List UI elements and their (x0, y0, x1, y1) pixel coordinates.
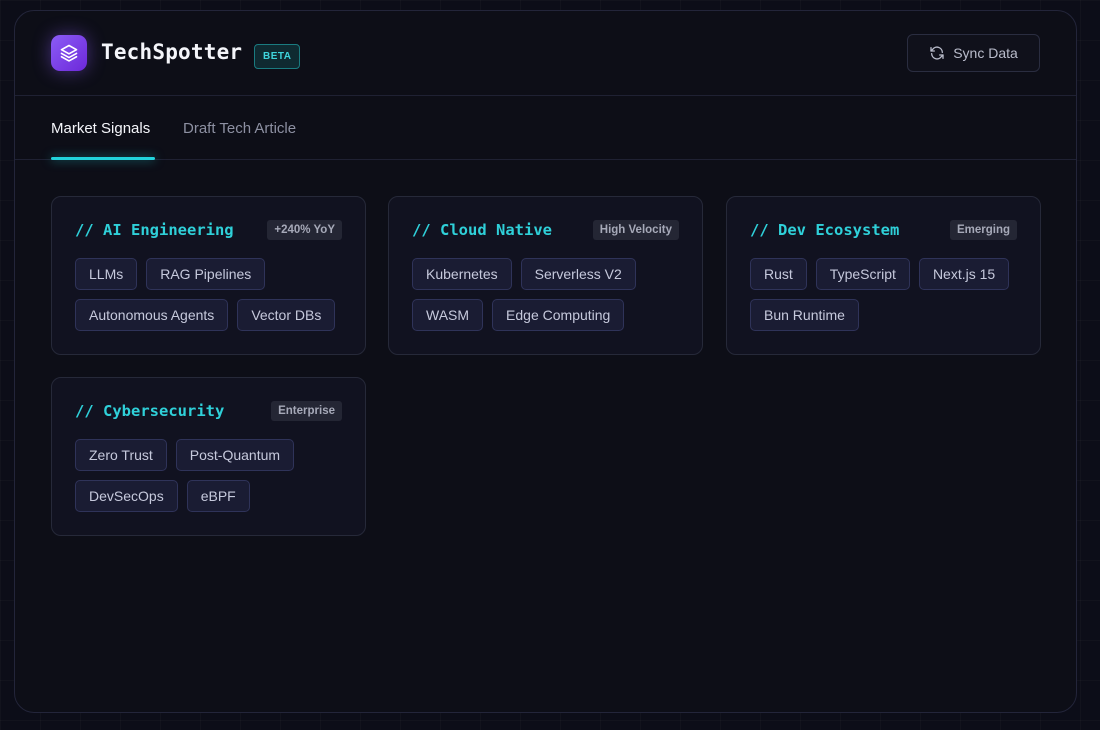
trend-badge: High Velocity (592, 220, 679, 240)
card-title: // Dev Ecosystem (750, 221, 900, 239)
tag-chip[interactable]: Next.js 15 (918, 258, 1010, 290)
app-name: TechSpotter (101, 40, 243, 64)
refresh-icon (930, 46, 944, 60)
tag-chip[interactable]: DevSecOps (75, 480, 178, 512)
beta-badge: BETA (254, 44, 301, 69)
tag-chip[interactable]: WASM (412, 299, 484, 331)
active-tab-indicator (51, 157, 155, 160)
tag-chip[interactable]: Autonomous Agents (75, 299, 229, 331)
tag-chip[interactable]: RAG Pipelines (146, 258, 266, 290)
tag-chip[interactable]: eBPF (186, 480, 250, 512)
sync-data-label: Sync Data (953, 45, 1018, 61)
card-title: // Cloud Native (412, 221, 552, 239)
tag-chip[interactable]: Serverless V2 (520, 258, 636, 290)
tag-chip[interactable]: Post-Quantum (175, 439, 295, 471)
tag-chip[interactable]: Kubernetes (412, 258, 512, 290)
tag-chip[interactable]: LLMs (75, 258, 138, 290)
tag-chip[interactable]: Rust (750, 258, 807, 290)
signal-card-cybersecurity: // Cybersecurity Enterprise Zero Trust P… (51, 377, 366, 536)
app-window: TechSpotter BETA Sync Data Market Signal… (14, 10, 1077, 713)
header: TechSpotter BETA Sync Data (15, 11, 1076, 96)
layers-icon (51, 35, 87, 71)
signal-card-ai-engineering: // AI Engineering +240% YoY LLMs RAG Pip… (51, 196, 366, 355)
tab-draft-tech-article[interactable]: Draft Tech Article (183, 120, 296, 137)
tag-chip[interactable]: Edge Computing (492, 299, 625, 331)
trend-badge: Emerging (949, 220, 1017, 240)
tab-market-signals[interactable]: Market Signals (51, 120, 150, 137)
card-title: // Cybersecurity (75, 402, 225, 420)
signal-card-dev-ecosystem: // Dev Ecosystem Emerging Rust TypeScrip… (726, 196, 1041, 355)
sync-data-button[interactable]: Sync Data (907, 34, 1040, 72)
tag-chip[interactable]: Zero Trust (75, 439, 167, 471)
card-title: // AI Engineering (75, 221, 234, 239)
tag-chip[interactable]: Vector DBs (237, 299, 336, 331)
tag-chip[interactable]: Bun Runtime (750, 299, 859, 331)
tab-bar: Market Signals Draft Tech Article (15, 96, 1076, 160)
trend-badge: Enterprise (271, 401, 342, 421)
signal-card-cloud-native: // Cloud Native High Velocity Kubernetes… (388, 196, 703, 355)
tag-chip[interactable]: TypeScript (815, 258, 910, 290)
trend-badge: +240% YoY (267, 220, 342, 240)
